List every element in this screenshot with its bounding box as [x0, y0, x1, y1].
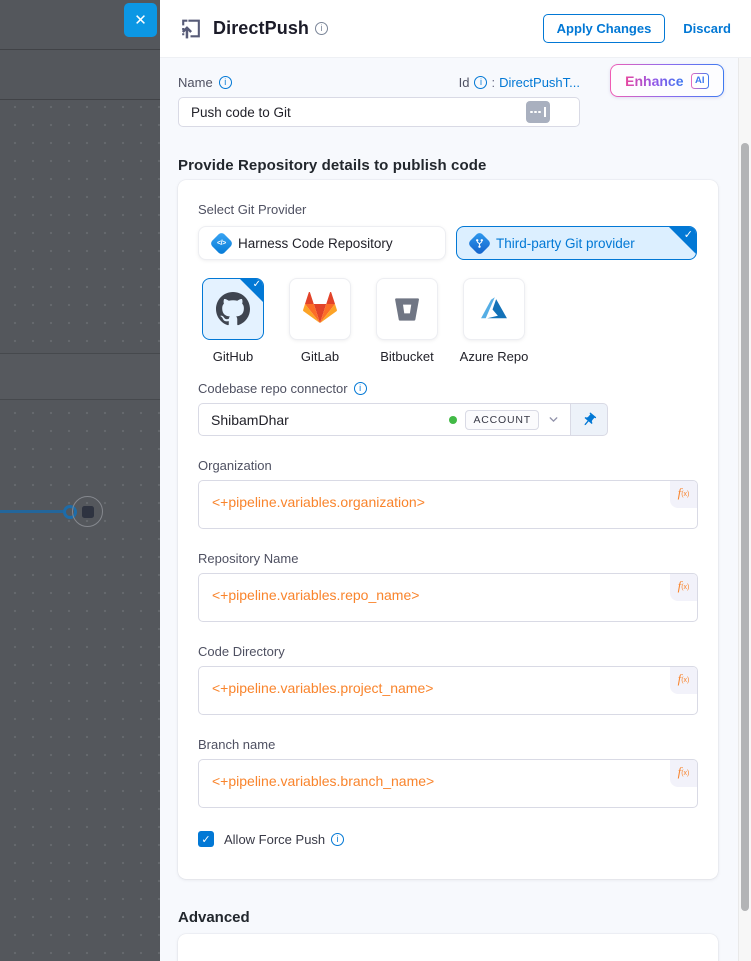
- git-provider-options: </> Harness Code Repository Third-party …: [198, 226, 698, 260]
- option-third-party-git-provider[interactable]: Third-party Git provider: [456, 226, 697, 260]
- apply-changes-button[interactable]: Apply Changes: [543, 14, 666, 43]
- tile-label-github: GitHub: [213, 349, 253, 364]
- connector-label-row: Codebase repo connector i: [198, 381, 698, 396]
- allow-force-push-checkbox[interactable]: [198, 831, 214, 847]
- enhance-ai-button[interactable]: Enhance AI: [610, 64, 724, 97]
- pin-icon: [578, 408, 601, 431]
- connector-status-dot: [449, 416, 457, 424]
- name-input-wrap: [178, 97, 580, 127]
- step-id-group: Id i : DirectPushT...: [459, 75, 580, 90]
- pin-connector-button[interactable]: [571, 403, 608, 436]
- tile-label-azure-repo: Azure Repo: [460, 349, 529, 364]
- connector-label: Codebase repo connector: [198, 381, 348, 396]
- tile-col-bitbucket: Bitbucket: [376, 278, 438, 364]
- name-label: Name: [178, 75, 213, 90]
- tile-github[interactable]: [202, 278, 264, 340]
- step-config-drawer: DirectPush i Apply Changes Discard Name …: [160, 0, 751, 961]
- direct-push-step-icon: [178, 16, 203, 41]
- close-icon: ✕: [134, 11, 147, 29]
- tile-bitbucket[interactable]: [376, 278, 438, 340]
- allow-force-push-label: Allow Force Push: [224, 832, 325, 847]
- provider-tiles: GitHub: [202, 278, 698, 364]
- connector-scope-badge: ACCOUNT: [465, 410, 539, 430]
- multi-type-input-icon[interactable]: [526, 101, 550, 123]
- id-value[interactable]: DirectPushT...: [499, 75, 580, 90]
- bitbucket-icon: [392, 294, 422, 324]
- organization-value: <+pipeline.variables.organization>: [212, 494, 425, 510]
- pipeline-end-node[interactable]: [72, 496, 103, 527]
- tile-col-github: GitHub: [202, 278, 264, 364]
- repository-details-card: Select Git Provider </> Harness Code Rep…: [178, 180, 718, 879]
- branch-name-input[interactable]: <+pipeline.variables.branch_name> f(x): [198, 759, 698, 808]
- advanced-section-heading: Advanced: [178, 909, 723, 926]
- drawer-header: DirectPush i Apply Changes Discard: [160, 0, 751, 58]
- close-panel-button[interactable]: ✕: [124, 3, 157, 37]
- connector-info-icon[interactable]: i: [354, 382, 367, 395]
- discard-button[interactable]: Discard: [683, 21, 731, 36]
- code-directory-value: <+pipeline.variables.project_name>: [212, 680, 433, 696]
- fx-expression-icon[interactable]: f(x): [670, 481, 697, 508]
- tile-label-bitbucket: Bitbucket: [380, 349, 433, 364]
- name-id-row: Name i Id i : DirectPushT...: [178, 75, 580, 90]
- ai-badge-icon: AI: [691, 73, 710, 89]
- force-push-info-icon[interactable]: i: [331, 833, 344, 846]
- chevron-down-icon[interactable]: [547, 413, 560, 426]
- stop-icon: [82, 506, 94, 518]
- scrollbar-thumb[interactable]: [741, 143, 749, 911]
- pipeline-step-config-screen: ✕ DirectPush i Apply Changes Discard: [0, 0, 751, 961]
- pipeline-canvas: ✕: [0, 0, 160, 961]
- option-harness-code-repository[interactable]: </> Harness Code Repository: [198, 226, 446, 260]
- page-title: DirectPush: [213, 18, 309, 39]
- git-provider-label: Select Git Provider: [198, 202, 698, 217]
- pipeline-edge-line: [0, 510, 65, 513]
- git-fork-icon: [467, 231, 491, 255]
- field-code-directory: Code Directory <+pipeline.variables.proj…: [198, 644, 698, 715]
- repository-name-value: <+pipeline.variables.repo_name>: [212, 587, 419, 603]
- step-name-input[interactable]: [178, 97, 580, 127]
- field-organization: Organization <+pipeline.variables.organi…: [198, 458, 698, 529]
- id-label: Id: [459, 75, 470, 90]
- gitlab-icon: [302, 292, 338, 326]
- tile-azure-repo[interactable]: [463, 278, 525, 340]
- branch-name-value: <+pipeline.variables.branch_name>: [212, 773, 434, 789]
- stage-lane-band: [0, 353, 160, 400]
- advanced-card[interactable]: [178, 934, 718, 961]
- branch-name-label: Branch name: [198, 737, 698, 752]
- repository-name-input[interactable]: <+pipeline.variables.repo_name> f(x): [198, 573, 698, 622]
- fx-expression-icon[interactable]: f(x): [670, 574, 697, 601]
- azure-icon: [478, 293, 510, 325]
- title-info-icon[interactable]: i: [315, 22, 328, 35]
- repository-section-heading: Provide Repository details to publish co…: [178, 157, 723, 174]
- name-info-icon[interactable]: i: [219, 76, 232, 89]
- organization-label: Organization: [198, 458, 698, 473]
- drawer-body: Name i Id i : DirectPushT... Enhance AI: [160, 58, 751, 961]
- enhance-label: Enhance: [625, 73, 683, 89]
- connector-value: ShibamDhar: [211, 412, 289, 428]
- tile-col-azure: Azure Repo: [463, 278, 525, 364]
- field-repository-name: Repository Name <+pipeline.variables.rep…: [198, 551, 698, 622]
- fx-expression-icon[interactable]: f(x): [670, 760, 697, 787]
- connector-select[interactable]: ShibamDhar ACCOUNT: [198, 403, 571, 436]
- id-info-icon[interactable]: i: [474, 76, 487, 89]
- tile-label-gitlab: GitLab: [301, 349, 339, 364]
- repository-name-label: Repository Name: [198, 551, 698, 566]
- organization-input[interactable]: <+pipeline.variables.organization> f(x): [198, 480, 698, 529]
- tile-col-gitlab: GitLab: [289, 278, 351, 364]
- scrollbar-track[interactable]: [738, 58, 751, 961]
- id-colon: :: [491, 75, 495, 90]
- tile-gitlab[interactable]: [289, 278, 351, 340]
- fx-expression-icon[interactable]: f(x): [670, 667, 697, 694]
- harness-code-icon: </>: [209, 231, 233, 255]
- connector-control: ShibamDhar ACCOUNT: [198, 403, 608, 436]
- field-branch-name: Branch name <+pipeline.variables.branch_…: [198, 737, 698, 808]
- code-directory-label: Code Directory: [198, 644, 698, 659]
- code-directory-input[interactable]: <+pipeline.variables.project_name> f(x): [198, 666, 698, 715]
- force-push-row: Allow Force Push i: [198, 831, 698, 847]
- github-icon: [216, 292, 250, 326]
